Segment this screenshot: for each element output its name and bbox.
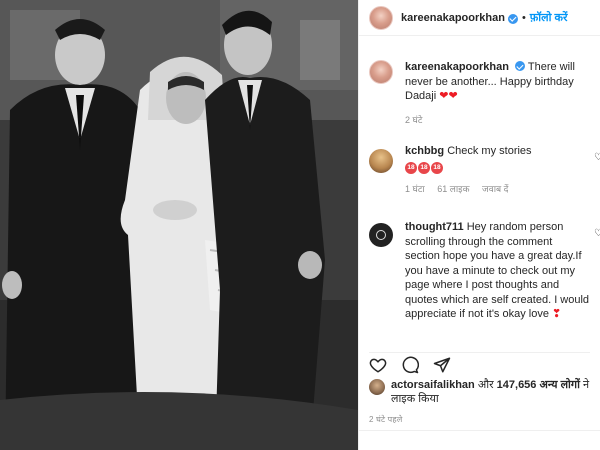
comment-item: kchbbg Check my stories 18 18 18 1 घंटा 61… (359, 144, 600, 197)
author-username[interactable]: kareenakapoorkhan (401, 12, 505, 24)
reply-button[interactable]: जवाब दें (482, 184, 508, 194)
caption-time[interactable]: 2 घंटे (405, 115, 422, 125)
post-side-panel: kareenakapoorkhan • फ़ॉलो करें kareenaka… (358, 0, 600, 450)
heart-exclamation-emoji: ❣ (552, 308, 562, 320)
post-actions-bar (369, 352, 590, 376)
liker-username[interactable]: actorsaifalikhan (391, 379, 475, 391)
comment-text: Hey random person scrolling through the … (405, 221, 590, 320)
red-heart-emoji: ❤❤ (439, 90, 458, 102)
commenter-username[interactable]: thought711 (405, 221, 464, 233)
commenter-username[interactable]: kchbbg (405, 145, 444, 157)
comment-text: Check my stories (447, 145, 532, 157)
comment-time[interactable]: 1 घंटा (405, 184, 425, 194)
age-18-badge-icon: 18 (431, 161, 443, 174)
comment-badges: 18 18 18 (405, 161, 590, 176)
likes-summary: actorsaifalikhan और 147,656 अन्य लोगों न… (369, 378, 592, 406)
age-18-badge-icon: 18 (418, 161, 430, 174)
commenter-avatar[interactable] (369, 149, 393, 173)
caption-meta: 2 घंटे (405, 113, 590, 128)
share-icon[interactable] (433, 356, 451, 374)
divider (359, 430, 600, 431)
comment-like-heart-icon[interactable]: ♡ (594, 228, 600, 239)
post-photo[interactable] (0, 0, 358, 450)
comment-item: thought711 Hey random person scrolling t… (359, 220, 600, 322)
follow-button[interactable]: फ़ॉलो करें (530, 10, 568, 25)
comments-list[interactable]: kareenakapoorkhan There will never be an… (359, 57, 600, 347)
commenter-avatar[interactable] (369, 223, 393, 247)
vintage-family-photo (0, 0, 358, 450)
likes-count[interactable]: 147,656 (497, 379, 537, 391)
post-timestamp[interactable]: 2 घंटे पहले (369, 414, 402, 425)
comment-icon[interactable] (401, 356, 419, 374)
likes-joiner: और (477, 379, 494, 391)
verified-badge-icon (515, 61, 525, 71)
liker-avatar[interactable] (369, 379, 385, 395)
caption-username[interactable]: kareenakapoorkhan (405, 61, 509, 73)
verified-badge-icon (507, 13, 518, 24)
caption: kareenakapoorkhan There will never be an… (359, 60, 600, 127)
author-avatar[interactable] (369, 5, 393, 30)
likes-others[interactable]: अन्य लोगों (539, 379, 579, 391)
heart-icon[interactable] (369, 356, 387, 374)
post-header: kareenakapoorkhan • फ़ॉलो करें (359, 0, 600, 36)
comment-like-heart-icon[interactable]: ♡ (594, 152, 600, 163)
age-18-badge-icon: 18 (405, 161, 417, 174)
caption-avatar[interactable] (369, 60, 393, 84)
comment-meta: 1 घंटा 61 लाइक जवाब दें (405, 182, 590, 197)
comment-likes[interactable]: 61 लाइक (437, 184, 469, 194)
separator-dot: • (521, 11, 526, 24)
